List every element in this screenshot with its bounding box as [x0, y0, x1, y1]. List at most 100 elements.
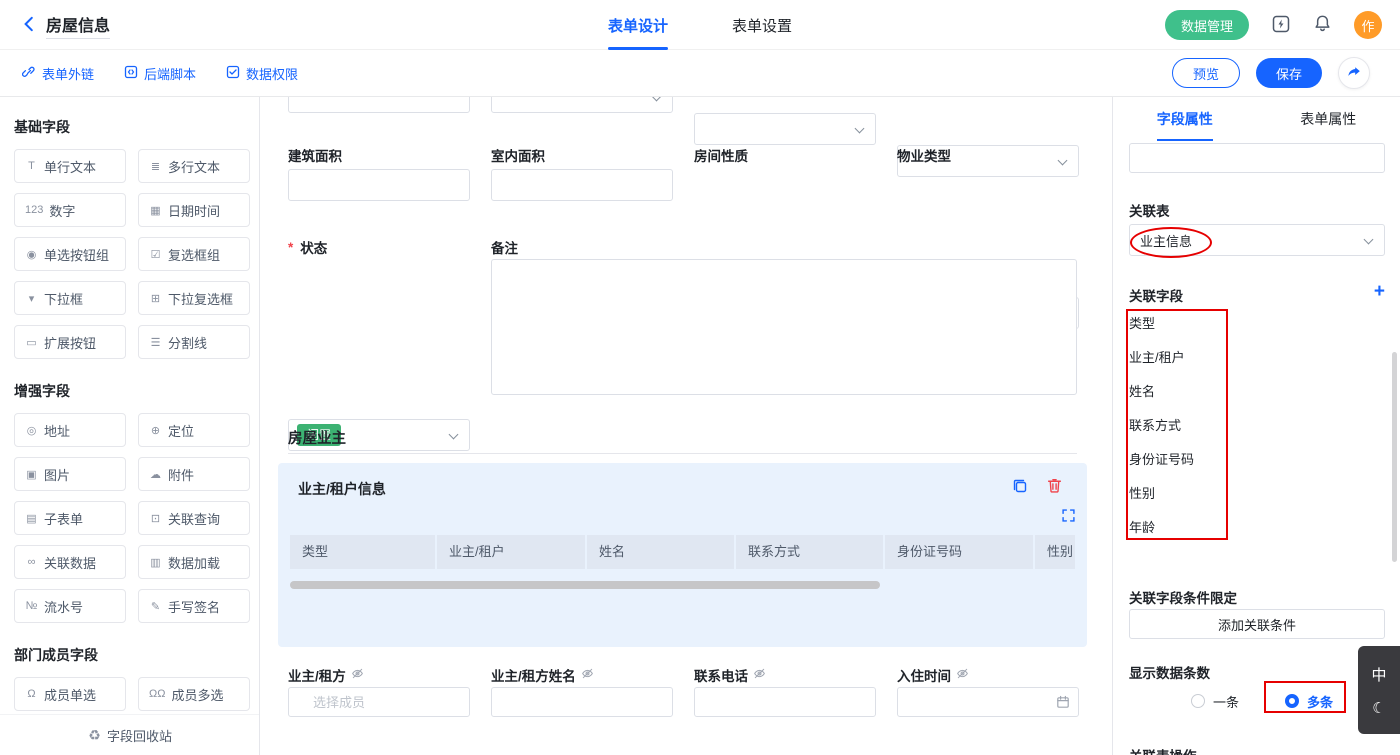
remark-textarea[interactable] [491, 259, 1077, 395]
vertical-scrollbar[interactable] [1392, 352, 1397, 562]
workbench-icon [1271, 14, 1291, 37]
field-library-sidebar: 基础字段 T单行文本 ≣多行文本 123数字 ▦日期时间 ◉单选按钮组 ☑复选框… [0, 97, 260, 755]
field-related-data[interactable]: ∞关联数据 [14, 545, 126, 579]
trash-icon [1046, 477, 1063, 497]
location-icon: ⊕ [149, 424, 162, 437]
workbench-button[interactable] [1271, 14, 1291, 37]
number-icon: 123 [25, 204, 43, 216]
save-button[interactable]: 保存 [1256, 58, 1322, 88]
signature-icon: ✎ [149, 600, 162, 613]
field-recycle-bin[interactable]: ♻ 字段回收站 [0, 715, 260, 755]
room-type-label: 房间性质 [694, 145, 748, 165]
radio-single[interactable]: 一条 [1191, 692, 1239, 711]
backend-script-link[interactable]: 后端脚本 [124, 64, 196, 83]
field-data-load[interactable]: ▥数据加载 [138, 545, 250, 579]
eye-off-icon [753, 667, 766, 683]
required-asterisk: * [288, 240, 293, 255]
field-single-text[interactable]: T单行文本 [14, 149, 126, 183]
field-checkbox-group[interactable]: ☑复选框组 [138, 237, 250, 271]
data-manage-button[interactable]: 数据管理 [1165, 10, 1249, 40]
form-designer-app: 房屋信息 表单设计 表单设置 数据管理 作 [0, 0, 1400, 755]
delete-button[interactable] [1046, 477, 1063, 497]
eye-off-icon [581, 667, 594, 683]
field-image[interactable]: ▣图片 [14, 457, 126, 491]
related-field-item[interactable]: 联系方式 [1129, 409, 1385, 443]
datetime-icon: ▦ [149, 204, 162, 217]
field-related-query[interactable]: ⊡关联查询 [138, 501, 250, 535]
checkin-time-input[interactable] [897, 687, 1079, 717]
owner-member-picker[interactable] [288, 687, 470, 717]
field-multi-text[interactable]: ≣多行文本 [138, 149, 250, 183]
ime-lang-button[interactable]: 中 [1371, 664, 1386, 685]
horizontal-scrollbar[interactable] [290, 581, 880, 589]
field-select[interactable]: ▾下拉框 [14, 281, 126, 315]
field-address[interactable]: ◎地址 [14, 413, 126, 447]
owner-subform-card[interactable]: 业主/租户信息 类型 业主/租户 姓名 联系方式 [278, 463, 1087, 647]
field-radio-group[interactable]: ◉单选按钮组 [14, 237, 126, 271]
tab-form-settings[interactable]: 表单设置 [732, 0, 792, 50]
related-field-item[interactable]: 年龄 [1129, 511, 1385, 545]
cutoff-select-2[interactable] [694, 113, 876, 145]
notifications-button[interactable] [1313, 14, 1332, 36]
form-canvas: 建筑面积 室内面积 房间性质 物业类型 *状态 备注 闲置 房屋业主 业主/租户… [260, 97, 1112, 755]
cutoff-select-1[interactable] [491, 97, 673, 113]
ime-widget: 中 ☾ [1358, 646, 1400, 734]
back-button[interactable] [20, 15, 38, 36]
related-field-item[interactable]: 业主/租户 [1129, 341, 1385, 375]
data-permission-link[interactable]: 数据权限 [226, 64, 298, 83]
related-field-item[interactable]: 姓名 [1129, 375, 1385, 409]
section-member-fields: 部门成员字段 [14, 645, 245, 665]
panel-cutoff-input[interactable] [1129, 143, 1385, 173]
expand-icon [1062, 509, 1075, 525]
tab-form-properties[interactable]: 表单属性 [1257, 97, 1400, 141]
field-signature[interactable]: ✎手写签名 [138, 589, 250, 623]
share-button[interactable] [1338, 57, 1370, 89]
expand-button[interactable] [1062, 509, 1075, 525]
related-field-item[interactable]: 身份证号码 [1129, 443, 1385, 477]
column-header: 身份证号码 [885, 535, 1033, 569]
tab-form-design[interactable]: 表单设计 [608, 0, 668, 50]
user-avatar[interactable]: 作 [1354, 11, 1382, 39]
owner-name-input[interactable] [491, 687, 673, 717]
field-serial-number[interactable]: №流水号 [14, 589, 126, 623]
add-field-button[interactable]: + [1374, 282, 1385, 301]
field-member-single[interactable]: Ω成员单选 [14, 677, 126, 711]
cutoff-input-1[interactable] [288, 97, 470, 113]
add-condition-button[interactable]: 添加关联条件 [1129, 609, 1385, 639]
address-icon: ◎ [25, 424, 38, 437]
eye-off-icon [351, 667, 364, 683]
field-divider[interactable]: ☰分割线 [138, 325, 250, 359]
calendar-icon [1056, 695, 1070, 714]
display-count-label: 显示数据条数 [1129, 662, 1385, 682]
section-divider [288, 453, 1077, 454]
inner-area-input[interactable] [491, 169, 673, 201]
field-location[interactable]: ⊕定位 [138, 413, 250, 447]
form-external-link[interactable]: 表单外链 [22, 64, 94, 83]
related-field-item[interactable]: 性别 [1129, 477, 1385, 511]
preview-button[interactable]: 预览 [1172, 58, 1240, 88]
radio-multiple[interactable]: 多条 [1285, 692, 1333, 711]
radio-group-icon: ◉ [25, 248, 38, 261]
related-field-item[interactable]: 类型 [1129, 307, 1385, 341]
radio-circle-icon [1191, 694, 1205, 708]
field-attachment[interactable]: ☁附件 [138, 457, 250, 491]
copy-button[interactable] [1011, 477, 1029, 498]
moon-icon[interactable]: ☾ [1372, 699, 1385, 717]
related-table-select[interactable]: 业主信息 [1129, 224, 1385, 256]
field-subform[interactable]: ▤子表单 [14, 501, 126, 535]
field-datetime[interactable]: ▦日期时间 [138, 193, 250, 227]
field-number[interactable]: 123数字 [14, 193, 126, 227]
radio-circle-checked-icon [1285, 694, 1299, 708]
select-icon: ▾ [25, 292, 38, 305]
owner-name-label: 业主/租方姓名 [491, 665, 594, 685]
field-member-multi[interactable]: ΩΩ成员多选 [138, 677, 250, 711]
field-extend-button[interactable]: ▭扩展按钮 [14, 325, 126, 359]
building-area-input[interactable] [288, 169, 470, 201]
subform-table-header: 类型 业主/租户 姓名 联系方式 身份证号码 性别 [290, 535, 1075, 569]
chevron-down-icon [1364, 235, 1374, 245]
property-type-label: 物业类型 [897, 145, 951, 165]
field-multi-select[interactable]: ⊞下拉复选框 [138, 281, 250, 315]
related-fields-list: 类型 业主/租户 姓名 联系方式 身份证号码 性别 年龄 [1129, 307, 1385, 545]
tab-field-properties[interactable]: 字段属性 [1113, 97, 1257, 141]
phone-input[interactable] [694, 687, 876, 717]
